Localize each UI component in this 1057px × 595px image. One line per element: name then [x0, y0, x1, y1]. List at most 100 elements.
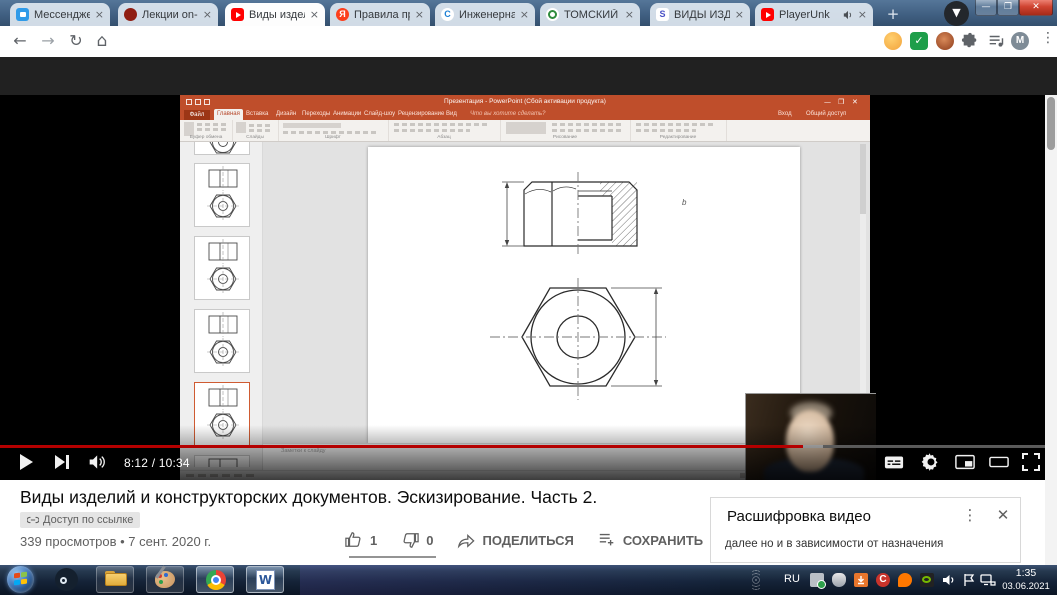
scrollbar-thumb[interactable] — [1047, 97, 1055, 150]
browser-tab-tomsk[interactable]: ТОМСКИЙ× — [540, 3, 640, 26]
yandex-favicon-icon: Я — [336, 8, 349, 21]
forward-button[interactable]: → — [38, 31, 58, 51]
taskbar-clock[interactable]: 1:35 03.06.2021 — [998, 567, 1054, 593]
page-scrollbar[interactable] — [1045, 95, 1057, 565]
tray-mouse-icon[interactable] — [832, 573, 846, 587]
browser-profile-avatar[interactable]: M — [1011, 32, 1029, 50]
taskbar-paint-button[interactable] — [146, 566, 184, 593]
dislike-button[interactable]: 0 — [401, 531, 433, 549]
tray-network-icon[interactable] — [980, 573, 994, 587]
ppt-slide-thumbnail[interactable] — [194, 163, 250, 227]
browser-tab-active-youtube[interactable]: Виды издели × — [225, 3, 325, 26]
save-label: СОХРАНИТЬ — [623, 533, 703, 548]
ppt-slide-thumbnail[interactable] — [194, 236, 250, 300]
ppt-sign-in: Вход — [778, 109, 792, 120]
browser-tab-playerunknown[interactable]: PlayerUnk × — [755, 3, 873, 26]
window-close-button[interactable]: ✕ — [1019, 0, 1053, 16]
ppt-group-slides: Слайды — [232, 120, 279, 141]
home-button[interactable]: ⌂ — [92, 31, 112, 51]
tray-nvidia-icon[interactable] — [920, 573, 934, 587]
lectures-favicon-icon — [124, 8, 137, 21]
tab-close-icon[interactable]: × — [95, 9, 104, 20]
tab-title: Правила про — [354, 9, 410, 21]
tab-close-icon[interactable]: × — [415, 9, 424, 20]
browser-tab-lectures[interactable]: Лекции on-lin× — [118, 3, 218, 26]
share-button[interactable]: ПОДЕЛИТЬСЯ — [457, 531, 573, 549]
transcript-line[interactable]: далее но и в зависимости от назначения — [725, 538, 943, 550]
save-button[interactable]: СОХРАНИТЬ — [598, 531, 703, 549]
browser-tab-yandex[interactable]: Я Правила про × — [330, 3, 430, 26]
ppt-title-bar: Презентация - PowerPoint (Сбой активации… — [180, 95, 870, 109]
tray-avast-icon[interactable] — [898, 573, 912, 587]
chrome-icon — [206, 570, 226, 590]
taskbar-explorer-button[interactable] — [96, 566, 134, 593]
tab-close-icon[interactable]: × — [520, 9, 529, 20]
theater-mode-button[interactable] — [989, 452, 1009, 472]
ppt-tab-slideshow: Слайд-шоу — [364, 109, 395, 120]
tab-close-icon[interactable]: × — [310, 9, 319, 20]
new-tab-button[interactable]: + — [882, 4, 904, 24]
video-player[interactable]: Презентация - PowerPoint (Сбой активации… — [0, 95, 1045, 480]
playlist-extension-icon[interactable] — [987, 32, 1005, 50]
tab-title: Виды издели — [249, 9, 305, 21]
tray-grip — [752, 569, 760, 591]
volume-button[interactable] — [88, 452, 108, 472]
ppt-ribbon-tabs: Файл Главная Вставка Дизайн Переходы Ани… — [180, 109, 870, 120]
ppt-tell-me-hint: Что вы хотите сделать? — [470, 109, 545, 120]
reload-button[interactable]: ↻ — [66, 31, 86, 51]
play-button[interactable] — [16, 452, 36, 472]
shield-extension-icon[interactable]: ✓ — [910, 32, 928, 50]
c-favicon-icon: C — [441, 8, 454, 21]
browser-tab-messenger[interactable]: Мессенджер× — [10, 3, 110, 26]
browser-tab-engineering[interactable]: C Инженерная × — [435, 3, 535, 26]
video-title: Виды изделий и конструкторских документо… — [20, 487, 700, 508]
subtitles-button[interactable] — [884, 452, 904, 472]
tab-close-icon[interactable]: × — [203, 9, 212, 20]
fox-extension-icon[interactable] — [936, 32, 954, 50]
youtube-favicon-icon — [761, 8, 774, 21]
tray-volume-icon[interactable] — [942, 573, 956, 587]
share-arrow-icon — [457, 531, 475, 549]
browser-menu-kebab-icon[interactable]: ⋮ — [1041, 30, 1055, 46]
media-control-button[interactable]: ▼ — [944, 1, 969, 26]
extensions-puzzle-icon[interactable] — [961, 32, 979, 50]
settings-gear-icon[interactable] — [921, 452, 941, 472]
language-indicator[interactable]: RU — [784, 573, 800, 585]
nut-engineering-drawing: b — [368, 147, 800, 443]
like-button[interactable]: 1 — [345, 531, 377, 549]
ppt-slide-thumbnail-partial[interactable] — [194, 142, 250, 155]
browser-tab-stepik[interactable]: SВИДЫ ИЗДЕЛ× — [650, 3, 750, 26]
clock-time: 1:35 — [998, 567, 1054, 580]
tab-close-icon[interactable]: × — [735, 9, 744, 20]
ppt-group-drawing: Рисование — [500, 120, 631, 141]
tray-usb-icon[interactable] — [810, 573, 824, 587]
start-flag-icon — [14, 580, 20, 586]
tab-close-icon[interactable]: × — [858, 9, 867, 20]
taskbar-word-button[interactable]: W — [246, 566, 284, 593]
ppt-window-title: Презентация - PowerPoint (Сбой активации… — [180, 98, 870, 105]
ppt-slide-thumbnail[interactable] — [194, 309, 250, 373]
word-icon: W — [256, 570, 275, 590]
tray-download-manager-icon[interactable] — [854, 573, 868, 587]
next-button[interactable] — [52, 452, 72, 472]
window-minimize-button[interactable]: — — [975, 0, 997, 16]
back-button[interactable]: ← — [10, 31, 30, 51]
window-maximize-button[interactable]: ❐ — [997, 0, 1019, 16]
tray-action-center-flag-icon[interactable] — [962, 573, 976, 587]
ppt-group-clipboard: Буфер обмена — [180, 120, 233, 141]
tab-title: Инженерная — [459, 9, 515, 21]
tray-ccleaner-icon[interactable]: C — [876, 573, 890, 587]
transcript-menu-kebab-icon[interactable]: ⋮ — [961, 506, 979, 524]
taskbar-chrome-button[interactable] — [196, 566, 234, 593]
miniplayer-button[interactable] — [955, 452, 975, 472]
start-button[interactable] — [7, 566, 34, 593]
transcript-title: Расшифровка видео — [727, 508, 871, 525]
ppt-tab-design: Дизайн — [276, 109, 296, 120]
messenger-favicon-icon — [16, 8, 29, 21]
transcript-close-icon[interactable]: ✕ — [994, 506, 1012, 524]
emoji-extension-icon[interactable] — [884, 32, 902, 50]
tab-close-icon[interactable]: × — [625, 9, 634, 20]
taskbar-steam-icon[interactable] — [55, 568, 78, 591]
access-badge: Доступ по ссылке — [20, 512, 140, 528]
fullscreen-button[interactable] — [1021, 452, 1041, 472]
